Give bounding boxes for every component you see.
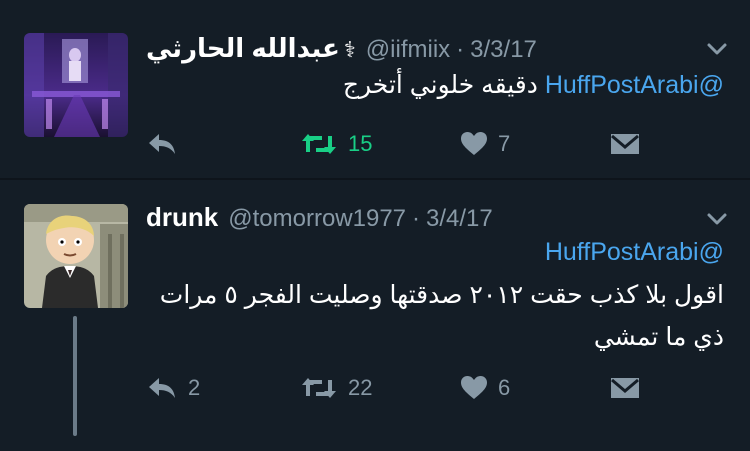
separator-dot: · bbox=[456, 36, 465, 63]
envelope-icon bbox=[611, 134, 639, 154]
caduceus-icon: ⚕ bbox=[343, 37, 356, 62]
display-name[interactable]: عبدالله الحارثي ⚕ bbox=[146, 33, 356, 64]
reply-icon bbox=[149, 134, 175, 154]
like-button[interactable]: 6 bbox=[460, 368, 510, 408]
separator-dot: · bbox=[412, 205, 421, 232]
tweet-text-continued: ذي ما تمشي bbox=[593, 323, 724, 351]
reply-count: 2 bbox=[188, 375, 201, 400]
direct-message-button[interactable] bbox=[610, 124, 640, 164]
reply-icon bbox=[149, 378, 175, 398]
display-name[interactable]: drunk bbox=[146, 202, 218, 233]
tweet-date[interactable]: 3/3/17 bbox=[470, 36, 537, 64]
mention-link[interactable]: @HuffPostArabi bbox=[545, 71, 724, 99]
chevron-down-icon[interactable] bbox=[704, 36, 730, 62]
retweet-count: 15 bbox=[348, 131, 373, 156]
tweet-actions: 15 7 bbox=[146, 124, 646, 164]
tweet[interactable]: عبدالله الحارثي ⚕ @iifmiix · 3/3/17 @Huff… bbox=[0, 0, 750, 178]
tweet-text: @HuffPostArabi دقيقه خلوني أتخرج bbox=[342, 71, 724, 99]
direct-message-button[interactable] bbox=[610, 368, 640, 408]
retweet-button[interactable]: 15 bbox=[300, 124, 372, 164]
user-handle[interactable]: @tomorrow1977 bbox=[228, 205, 406, 233]
tweet-actions: 2 22 6 bbox=[146, 368, 646, 408]
retweet-icon bbox=[302, 134, 336, 154]
mention-link[interactable]: @HuffPostArabi bbox=[545, 238, 724, 266]
retweet-icon bbox=[302, 378, 336, 398]
retweet-button[interactable]: 22 bbox=[300, 368, 372, 408]
envelope-icon bbox=[611, 378, 639, 398]
mention-line: @HuffPostArabi bbox=[545, 238, 724, 267]
chevron-down-icon[interactable] bbox=[704, 206, 730, 232]
like-count: 6 bbox=[498, 375, 511, 400]
reply-button[interactable]: 2 bbox=[146, 368, 200, 408]
heart-icon bbox=[461, 132, 487, 155]
like-button[interactable]: 7 bbox=[460, 124, 510, 164]
like-count: 7 bbox=[498, 131, 511, 156]
tweet-header: عبدالله الحارثي ⚕ @iifmiix · 3/3/17 bbox=[146, 33, 724, 64]
tweet-text: اقول بلا كذب حقت ٢٠١٢ صدقتها وصليت الفجر… bbox=[159, 281, 724, 309]
user-handle[interactable]: @iifmiix bbox=[366, 36, 450, 64]
reply-button[interactable] bbox=[146, 124, 188, 164]
avatar[interactable] bbox=[24, 33, 128, 137]
tweet-date[interactable]: 3/4/17 bbox=[426, 205, 493, 233]
tweet-header: drunk @tomorrow1977 · 3/4/17 bbox=[146, 202, 724, 233]
heart-icon bbox=[461, 376, 487, 399]
retweet-count: 22 bbox=[348, 375, 373, 400]
avatar[interactable] bbox=[24, 204, 128, 308]
thread-connector bbox=[73, 316, 77, 436]
tweet[interactable]: drunk @tomorrow1977 · 3/4/17 @HuffPostAr… bbox=[0, 180, 750, 451]
